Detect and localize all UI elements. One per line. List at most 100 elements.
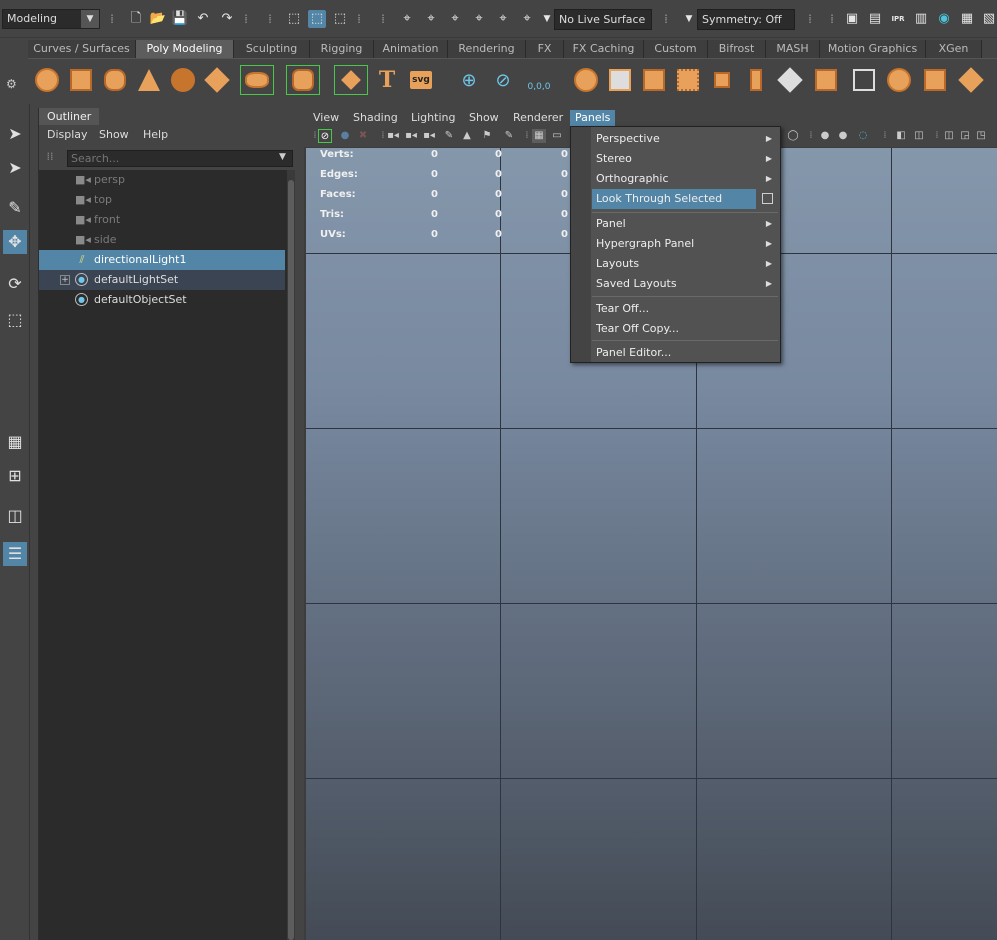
smooth-shade-icon[interactable]: ●: [818, 129, 832, 143]
boolean-button[interactable]: [849, 65, 879, 95]
depth-of-field-icon[interactable]: ◳: [974, 129, 988, 143]
move-tool-icon[interactable]: ✥: [3, 230, 27, 254]
shelf-tab-curves-surfaces[interactable]: Curves / Surfaces: [28, 40, 136, 58]
rotate-tool-icon[interactable]: ⟳: [3, 272, 27, 296]
textured-icon[interactable]: ◌: [856, 129, 870, 143]
arnold-render-icon[interactable]: ▦: [958, 10, 976, 28]
render-sequence-icon[interactable]: ▧: [980, 10, 997, 28]
symmetry-field[interactable]: Symmetry: Off: [697, 9, 795, 30]
outliner-menu-display[interactable]: Display: [47, 128, 88, 141]
select-components-icon[interactable]: ⬚: [331, 10, 349, 28]
menu-item-saved-layouts[interactable]: Saved Layouts ▶: [592, 274, 780, 294]
quadrangulate-button[interactable]: [811, 65, 841, 95]
outliner-tab[interactable]: Outliner: [39, 108, 99, 125]
wireframe-shade-icon[interactable]: ◯: [786, 129, 800, 143]
poly-disc-button[interactable]: [240, 65, 274, 95]
menu-item-layouts[interactable]: Layouts ▶: [592, 254, 780, 274]
snap-point-icon[interactable]: ⌖: [446, 10, 464, 28]
sweep-mesh-button[interactable]: [334, 65, 368, 95]
outliner-menu-show[interactable]: Show: [99, 128, 129, 141]
xray-icon[interactable]: ✎: [502, 129, 516, 143]
unfold-button[interactable]: [956, 65, 986, 95]
snap-vertex-icon[interactable]: ⌖: [518, 10, 536, 28]
outliner-item-front[interactable]: ■◂ front: [39, 210, 285, 230]
fill-hole-button[interactable]: [884, 65, 914, 95]
grid-icon[interactable]: ▲: [460, 129, 474, 143]
live-surface-field[interactable]: No Live Surface: [554, 9, 652, 30]
menu-item-tear-off-copy[interactable]: Tear Off Copy...: [592, 319, 780, 339]
open-scene-icon[interactable]: 📂: [149, 10, 167, 28]
ipr-render-icon[interactable]: IPR: [889, 10, 907, 28]
gear-icon[interactable]: ⚙: [6, 77, 17, 91]
render-view-icon[interactable]: ▣: [843, 10, 861, 28]
menu-item-hypergraph-panel[interactable]: Hypergraph Panel ▶: [592, 234, 780, 254]
motion-blur-icon[interactable]: ◫: [942, 129, 956, 143]
shadows-icon[interactable]: ◧: [894, 129, 908, 143]
shelf-tab-poly-modeling[interactable]: Poly Modeling: [136, 40, 234, 58]
isolate-icon[interactable]: ⚑: [480, 129, 494, 143]
outliner-item-persp[interactable]: ■◂ persp: [39, 170, 285, 190]
render-frame-icon[interactable]: ▤: [866, 10, 884, 28]
viewport-menu-lighting[interactable]: Lighting: [406, 110, 460, 126]
viewport-menu-show[interactable]: Show: [464, 110, 504, 126]
viewport-menu-panels[interactable]: Panels: [570, 110, 616, 126]
menu-item-panel-editor[interactable]: Panel Editor...: [592, 343, 780, 363]
viewport-menu-shading[interactable]: Shading: [348, 110, 403, 126]
select-camera-icon[interactable]: ⊘: [318, 129, 332, 143]
reduce-button[interactable]: [707, 65, 737, 95]
menu-item-tear-off[interactable]: Tear Off...: [592, 299, 780, 319]
shelf-tab-fx[interactable]: FX: [526, 40, 564, 58]
single-perspective-layout-icon[interactable]: ▦: [3, 430, 27, 454]
poly-sphere-button[interactable]: [32, 65, 62, 95]
outliner-menu-help[interactable]: Help: [143, 128, 168, 141]
outliner-item-defaultobjectset[interactable]: ● defaultObjectSet: [39, 290, 285, 310]
scale-tool-icon[interactable]: ⬚: [3, 308, 27, 332]
lasso-tool-icon[interactable]: ➤: [3, 156, 27, 180]
use-default-material-icon[interactable]: ●: [836, 129, 850, 143]
outliner-layout-icon[interactable]: ☰: [3, 542, 27, 566]
select-hierarchy-icon[interactable]: ⬚: [285, 10, 303, 28]
platonic-solid-button[interactable]: [286, 65, 320, 95]
shelf-tab-bifrost[interactable]: Bifrost: [708, 40, 766, 58]
save-scene-icon[interactable]: 💾: [171, 10, 189, 28]
bridge-button[interactable]: [605, 65, 635, 95]
snap-grid-icon[interactable]: ⌖: [398, 10, 416, 28]
chevron-down-icon[interactable]: ▼: [680, 10, 698, 28]
viewport-menu-renderer[interactable]: Renderer: [508, 110, 568, 126]
mode-select[interactable]: Modeling ▼: [2, 9, 100, 29]
menu-item-panel[interactable]: Panel ▶: [592, 214, 780, 234]
2d-pan-zoom-icon[interactable]: ▪◂: [422, 129, 436, 143]
snap-curve-icon[interactable]: ⌖: [422, 10, 440, 28]
redo-icon[interactable]: ↷: [218, 10, 236, 28]
undo-icon[interactable]: ↶: [194, 10, 212, 28]
filter-icon[interactable]: ⁞⁞: [43, 150, 57, 166]
shelf-tab-rendering[interactable]: Rendering: [448, 40, 526, 58]
outliner-scrollbar[interactable]: [287, 170, 295, 940]
hypershade-icon[interactable]: ◉: [935, 10, 953, 28]
search-input[interactable]: [67, 150, 293, 167]
poly-cube-button[interactable]: [66, 65, 96, 95]
scrollbar-thumb[interactable]: [288, 180, 294, 940]
poly-cone-button[interactable]: [134, 65, 164, 95]
menu-item-stereo[interactable]: Stereo ▶: [592, 149, 780, 169]
type-tool-button[interactable]: T: [372, 65, 402, 95]
triangulate-button[interactable]: [775, 65, 805, 95]
anti-alias-icon[interactable]: ◲: [958, 129, 972, 143]
separate-button[interactable]: ⊘: [488, 65, 518, 95]
new-scene-icon[interactable]: 🗋: [127, 10, 145, 28]
extrude-button[interactable]: [571, 65, 601, 95]
shelf-tab-fx-caching[interactable]: FX Caching: [564, 40, 644, 58]
two-pane-layout-icon[interactable]: ◫: [3, 504, 27, 528]
menu-item-perspective[interactable]: Perspective ▶: [592, 129, 780, 149]
poly-torus-button[interactable]: [168, 65, 198, 95]
center-pivot-button[interactable]: 0,0,0: [524, 65, 554, 95]
shelf-tab-motion-graphics[interactable]: Motion Graphics: [820, 40, 926, 58]
shelf-tab-mash[interactable]: MASH: [766, 40, 820, 58]
poly-cylinder-button[interactable]: [100, 65, 130, 95]
option-box-icon[interactable]: [762, 193, 773, 204]
snap-surface-icon[interactable]: ⌖: [494, 10, 512, 28]
snap-view-plane-icon[interactable]: ⌖: [470, 10, 488, 28]
shelf-tab-xgen[interactable]: XGen: [926, 40, 982, 58]
menu-item-look-through-selected[interactable]: Look Through Selected: [592, 189, 756, 209]
ambient-occlusion-icon[interactable]: ◫: [912, 129, 926, 143]
